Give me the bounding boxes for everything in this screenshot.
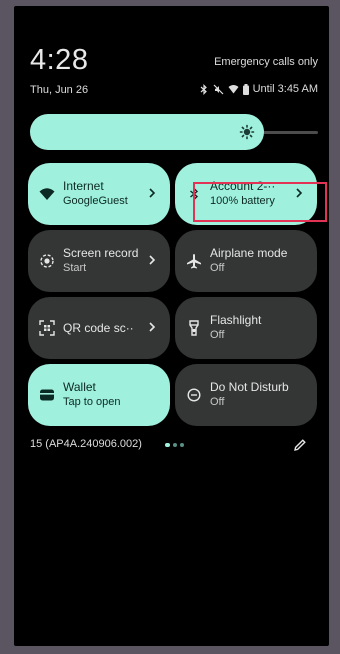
tile-screen-record[interactable]: Screen record Start [28,230,170,292]
dnd-icon [185,386,203,404]
mute-icon [213,84,224,94]
chevron-right-icon[interactable] [147,185,157,201]
tile-subtitle: Off [210,262,225,274]
tile-subtitle: Off [210,329,225,341]
brightness-slider[interactable] [30,114,318,150]
date-label[interactable]: Thu, Jun 26 [30,84,88,96]
tile-title: Screen record [63,246,139,260]
brightness-icon [239,124,255,140]
chevron-right-icon[interactable] [147,319,157,335]
page-indicator[interactable] [165,443,184,447]
tile-wallet[interactable]: Wallet Tap to open [28,364,170,426]
tile-qr-code[interactable]: QR code sc·· [28,297,170,359]
record-icon [38,252,56,270]
highlight-box [193,182,327,222]
tile-airplane-mode[interactable]: Airplane mode Off [175,230,317,292]
bluetooth-status-icon [200,83,207,95]
tile-internet[interactable]: Internet GoogleGuest [28,163,170,225]
tile-subtitle: Tap to open [63,396,121,408]
tile-subtitle: Off [210,396,225,408]
tile-title: QR code sc·· [63,321,134,335]
tile-subtitle: Start [63,262,87,274]
phone-screen: 4:28 Emergency calls only Thu, Jun 26 Un… [14,6,329,646]
airplane-icon [185,252,203,270]
tile-subtitle: GoogleGuest [63,195,128,207]
pencil-icon[interactable] [293,438,307,452]
emergency-status: Emergency calls only [214,56,318,68]
page-dot [180,443,184,447]
tile-title: Airplane mode [210,246,288,260]
alarm-until-label: Until 3:45 AM [252,83,318,95]
page-dot [173,443,177,447]
battery-icon [242,83,249,95]
tile-title: Flashlight [210,313,262,327]
clock[interactable]: 4:28 [30,44,88,77]
tile-title: Do Not Disturb [210,380,289,394]
tile-title: Wallet [63,380,96,394]
qr-icon [38,319,56,337]
chevron-right-icon[interactable] [147,252,157,268]
brightness-fill[interactable] [30,114,264,150]
flashlight-icon [185,319,203,337]
tile-title: Internet [63,179,104,193]
build-number[interactable]: 15 (AP4A.240906.002) [30,438,142,450]
wallet-icon [38,386,56,404]
tile-do-not-disturb[interactable]: Do Not Disturb Off [175,364,317,426]
status-icons: Until 3:45 AM [199,83,318,95]
tile-flashlight[interactable]: Flashlight Off [175,297,317,359]
wifi-icon [38,185,56,203]
wifi-status-icon [228,85,239,94]
page-dot [165,443,170,447]
